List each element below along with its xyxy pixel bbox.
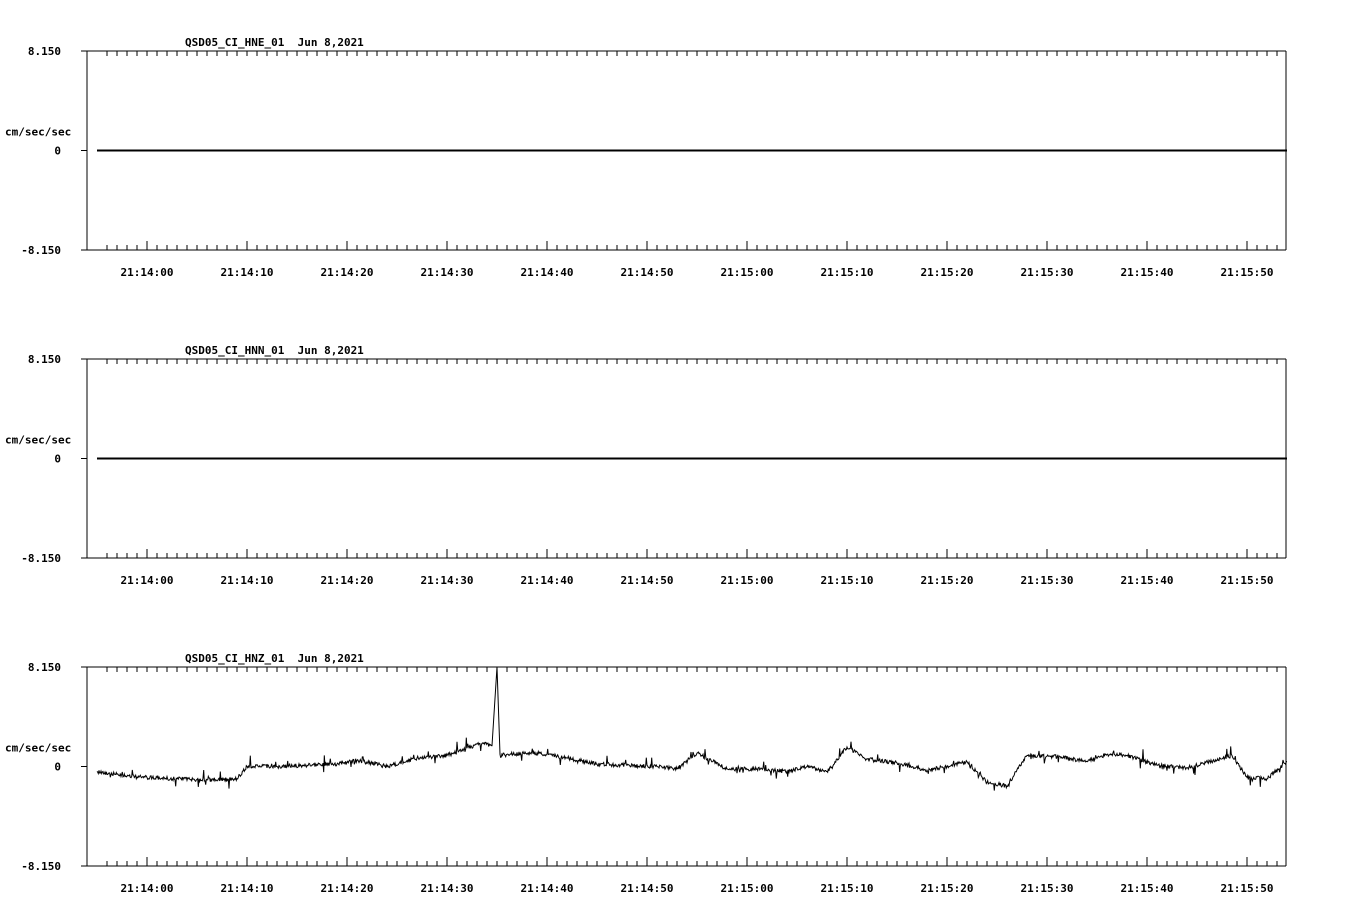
x-tick-label: 21:14:10 bbox=[221, 574, 274, 587]
x-tick-label: 21:15:20 bbox=[921, 266, 974, 279]
x-tick-label: 21:14:10 bbox=[221, 266, 274, 279]
series-line bbox=[96, 666, 1288, 791]
x-tick-label: 21:14:20 bbox=[321, 574, 374, 587]
x-tick-label: 21:15:50 bbox=[1221, 574, 1274, 587]
x-tick-label: 21:15:30 bbox=[1021, 574, 1074, 587]
seismogram-panel-1: 21:14:00 21:14:10 21:14:20 21:14:30 21:14:40… bbox=[5, 36, 1287, 279]
x-tick-label: 21:14:00 bbox=[121, 882, 174, 895]
seismogram-panel-3: 21:14:00 21:14:10 21:14:20 21:14:30 21:14:40… bbox=[5, 652, 1288, 895]
y-tick-label: 8.150 bbox=[28, 661, 61, 674]
x-tick-label: 21:14:00 bbox=[121, 574, 174, 587]
x-tick-label: 21:15:40 bbox=[1121, 574, 1174, 587]
x-tick-label: 21:14:10 bbox=[221, 882, 274, 895]
seismogram-panel-2: 21:14:00 21:14:10 21:14:20 21:14:30 21:14:40… bbox=[5, 344, 1287, 587]
x-tick-label: 21:15:20 bbox=[921, 574, 974, 587]
x-tick-label: 21:14:40 bbox=[521, 574, 574, 587]
x-tick-label: 21:14:30 bbox=[421, 574, 474, 587]
chart-title: QSD05_CI_HNE_01 Jun 8,2021 bbox=[185, 36, 364, 49]
x-tick-label: 21:15:00 bbox=[721, 574, 774, 587]
x-tick-label: 21:15:20 bbox=[921, 882, 974, 895]
y-tick-label: 0 bbox=[54, 453, 61, 466]
x-tick-label: 21:14:20 bbox=[321, 266, 374, 279]
y-tick-label: 0 bbox=[54, 761, 61, 774]
chart-title: QSD05_CI_HNZ_01 Jun 8,2021 bbox=[185, 652, 364, 665]
y-tick-label: -8.150 bbox=[21, 244, 61, 257]
x-tick-label: 21:15:30 bbox=[1021, 882, 1074, 895]
x-tick-label: 21:15:30 bbox=[1021, 266, 1074, 279]
x-tick-label: 21:15:10 bbox=[821, 574, 874, 587]
x-tick-label: 21:14:50 bbox=[621, 574, 674, 587]
x-tick-label: 21:15:50 bbox=[1221, 882, 1274, 895]
x-tick-label: 21:15:00 bbox=[721, 266, 774, 279]
x-tick-label: 21:15:00 bbox=[721, 882, 774, 895]
x-tick-label: 21:14:50 bbox=[621, 882, 674, 895]
x-tick-label: 21:14:40 bbox=[521, 882, 574, 895]
x-tick-label: 21:15:40 bbox=[1121, 266, 1174, 279]
y-tick-label: -8.150 bbox=[21, 860, 61, 873]
x-tick-label: 21:15:10 bbox=[821, 882, 874, 895]
x-tick-label: 21:14:40 bbox=[521, 266, 574, 279]
x-tick-label: 21:15:40 bbox=[1121, 882, 1174, 895]
y-axis-label: cm/sec/sec bbox=[5, 434, 71, 447]
x-tick-label: 21:15:10 bbox=[821, 266, 874, 279]
y-axis-label: cm/sec/sec bbox=[5, 742, 71, 755]
y-axis-label: cm/sec/sec bbox=[5, 126, 71, 139]
y-tick-label: 8.150 bbox=[28, 45, 61, 58]
x-tick-label: 21:14:00 bbox=[121, 266, 174, 279]
x-tick-label: 21:14:30 bbox=[421, 882, 474, 895]
x-tick-label: 21:14:30 bbox=[421, 266, 474, 279]
y-tick-label: 8.150 bbox=[28, 353, 61, 366]
x-tick-label: 21:14:20 bbox=[321, 882, 374, 895]
y-tick-label: -8.150 bbox=[21, 552, 61, 565]
chart-title: QSD05_CI_HNN_01 Jun 8,2021 bbox=[185, 344, 364, 357]
x-tick-label: 21:15:50 bbox=[1221, 266, 1274, 279]
x-tick-label: 21:14:50 bbox=[621, 266, 674, 279]
y-tick-label: 0 bbox=[54, 145, 61, 158]
seismogram-figure: 21:14:00 21:14:10 21:14:20 21:14:30 21:14:40… bbox=[5, 36, 1288, 895]
